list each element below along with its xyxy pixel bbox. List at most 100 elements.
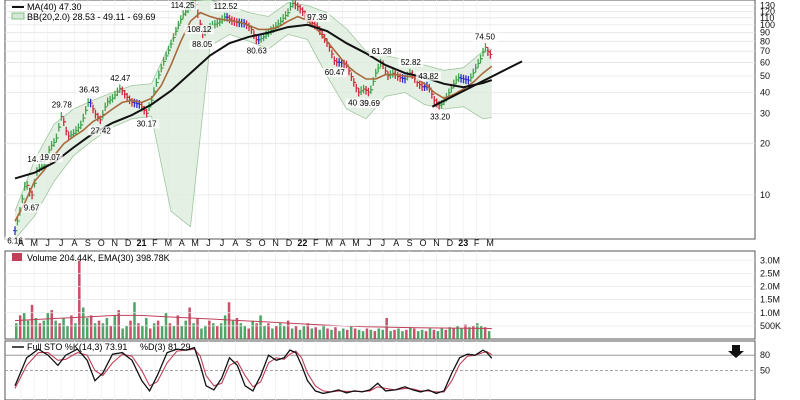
- date-tick-label: A: [393, 238, 399, 248]
- date-tick-label: M: [486, 238, 494, 248]
- volume-bar: [436, 331, 440, 339]
- price-annotation: 60.47: [325, 68, 346, 77]
- volume-bar: [338, 331, 341, 339]
- price-tick-label: 50: [760, 71, 770, 81]
- volume-bar: [373, 331, 377, 339]
- volume-bar: [416, 331, 420, 339]
- volume-bar: [310, 328, 314, 339]
- volume-bar: [89, 315, 93, 339]
- price-annotation: 36.43: [79, 85, 100, 94]
- volume-bar: [208, 320, 211, 339]
- price-tick-label: 80: [760, 36, 770, 46]
- date-tick-label: A: [179, 238, 185, 248]
- volume-bar: [26, 320, 30, 339]
- volume-bar: [428, 328, 432, 339]
- volume-bar: [184, 320, 187, 339]
- volume-bar: [188, 307, 191, 339]
- volume-bar: [409, 327, 412, 339]
- volume-bar: [444, 329, 448, 339]
- date-tick-label: S: [246, 238, 252, 248]
- volume-bar: [42, 320, 46, 339]
- volume-bar: [223, 315, 227, 339]
- date-tick-label: D: [447, 238, 454, 248]
- volume-bar: [452, 328, 455, 339]
- price-annotation: 88.05: [192, 40, 213, 49]
- date-tick-label: J: [367, 238, 372, 248]
- stochastic-tick-label: 50: [760, 366, 770, 376]
- volume-bar: [160, 325, 164, 339]
- volume-bar: [290, 328, 294, 339]
- price-tick-label: 40: [760, 87, 770, 97]
- volume-bar: [145, 318, 148, 339]
- volume-bar: [448, 327, 451, 339]
- volume-bar: [105, 318, 109, 339]
- volume-legend-label: Volume 204.44K, EMA(30) 398.78K: [27, 253, 170, 263]
- date-tick-label: F: [152, 238, 158, 248]
- date-tick-label: F: [474, 238, 480, 248]
- price-tick-label: 30: [760, 109, 770, 119]
- price-tick-label: 20: [760, 139, 770, 149]
- volume-bar: [479, 325, 483, 339]
- volume-bar: [365, 328, 369, 339]
- volume-bar: [294, 325, 298, 339]
- volume-bar: [468, 327, 471, 339]
- date-tick-label: M: [352, 238, 360, 248]
- volume-bar: [322, 325, 325, 339]
- price-annotation: 97.39: [307, 13, 328, 22]
- volume-bar: [227, 302, 231, 339]
- volume-bar: [369, 329, 373, 339]
- volume-bar: [460, 328, 463, 339]
- volume-bar: [424, 331, 428, 339]
- volume-bar: [148, 328, 152, 339]
- date-tick-label: J: [206, 238, 211, 248]
- volume-bar: [412, 328, 416, 339]
- price-annotation: 74.50: [475, 33, 496, 42]
- date-tick-label: O: [98, 238, 105, 248]
- date-tick-label: J: [220, 238, 225, 248]
- price-annotation: 43.82: [418, 72, 439, 81]
- volume-bar: [259, 315, 262, 339]
- volume-bar: [385, 318, 388, 339]
- volume-bar: [349, 325, 353, 339]
- price-annotation: 29.78: [52, 100, 73, 109]
- volume-bar: [54, 320, 57, 339]
- volume-bar: [326, 328, 329, 339]
- volume-bar: [176, 315, 180, 339]
- volume-legend-swatch: [12, 253, 22, 261]
- volume-bar: [342, 328, 345, 339]
- price-annotation: 30.17: [137, 119, 158, 128]
- date-tick-label: A: [232, 238, 238, 248]
- volume-bar: [440, 328, 444, 339]
- date-tick-label: 23: [458, 238, 468, 248]
- volume-bar: [483, 327, 487, 339]
- volume-bar: [397, 328, 400, 339]
- volume-bar: [113, 315, 117, 339]
- price-annotation: 80.63: [247, 47, 268, 56]
- volume-bar: [62, 318, 65, 339]
- volume-bar: [141, 325, 144, 339]
- volume-bar: [133, 302, 136, 339]
- volume-bar: [235, 318, 239, 339]
- price-tick-label: 70: [760, 46, 770, 56]
- volume-bar: [330, 329, 333, 339]
- volume-bar: [18, 315, 22, 339]
- volume-bar: [275, 325, 278, 339]
- volume-bar: [215, 325, 219, 339]
- price-annotation: 52.82: [401, 58, 422, 67]
- volume-bar: [318, 329, 321, 339]
- volume-bar: [377, 328, 381, 339]
- date-tick-label: O: [420, 238, 427, 248]
- date-tick-label: A: [340, 238, 346, 248]
- volume-bar: [345, 329, 349, 339]
- date-tick-label: D: [125, 238, 132, 248]
- date-tick-label: S: [407, 238, 413, 248]
- volume-bar: [121, 328, 124, 339]
- volume-bar: [30, 304, 34, 339]
- volume-tick-label: 1.5M: [760, 295, 780, 305]
- volume-tick-label: 1.0M: [760, 308, 780, 318]
- price-annotation: 9.67: [24, 203, 40, 212]
- volume-bar: [314, 327, 318, 339]
- price-annotation: 39.69: [360, 99, 381, 108]
- stochastic-axis: 80 50: [760, 350, 770, 375]
- volume-bar: [117, 310, 120, 339]
